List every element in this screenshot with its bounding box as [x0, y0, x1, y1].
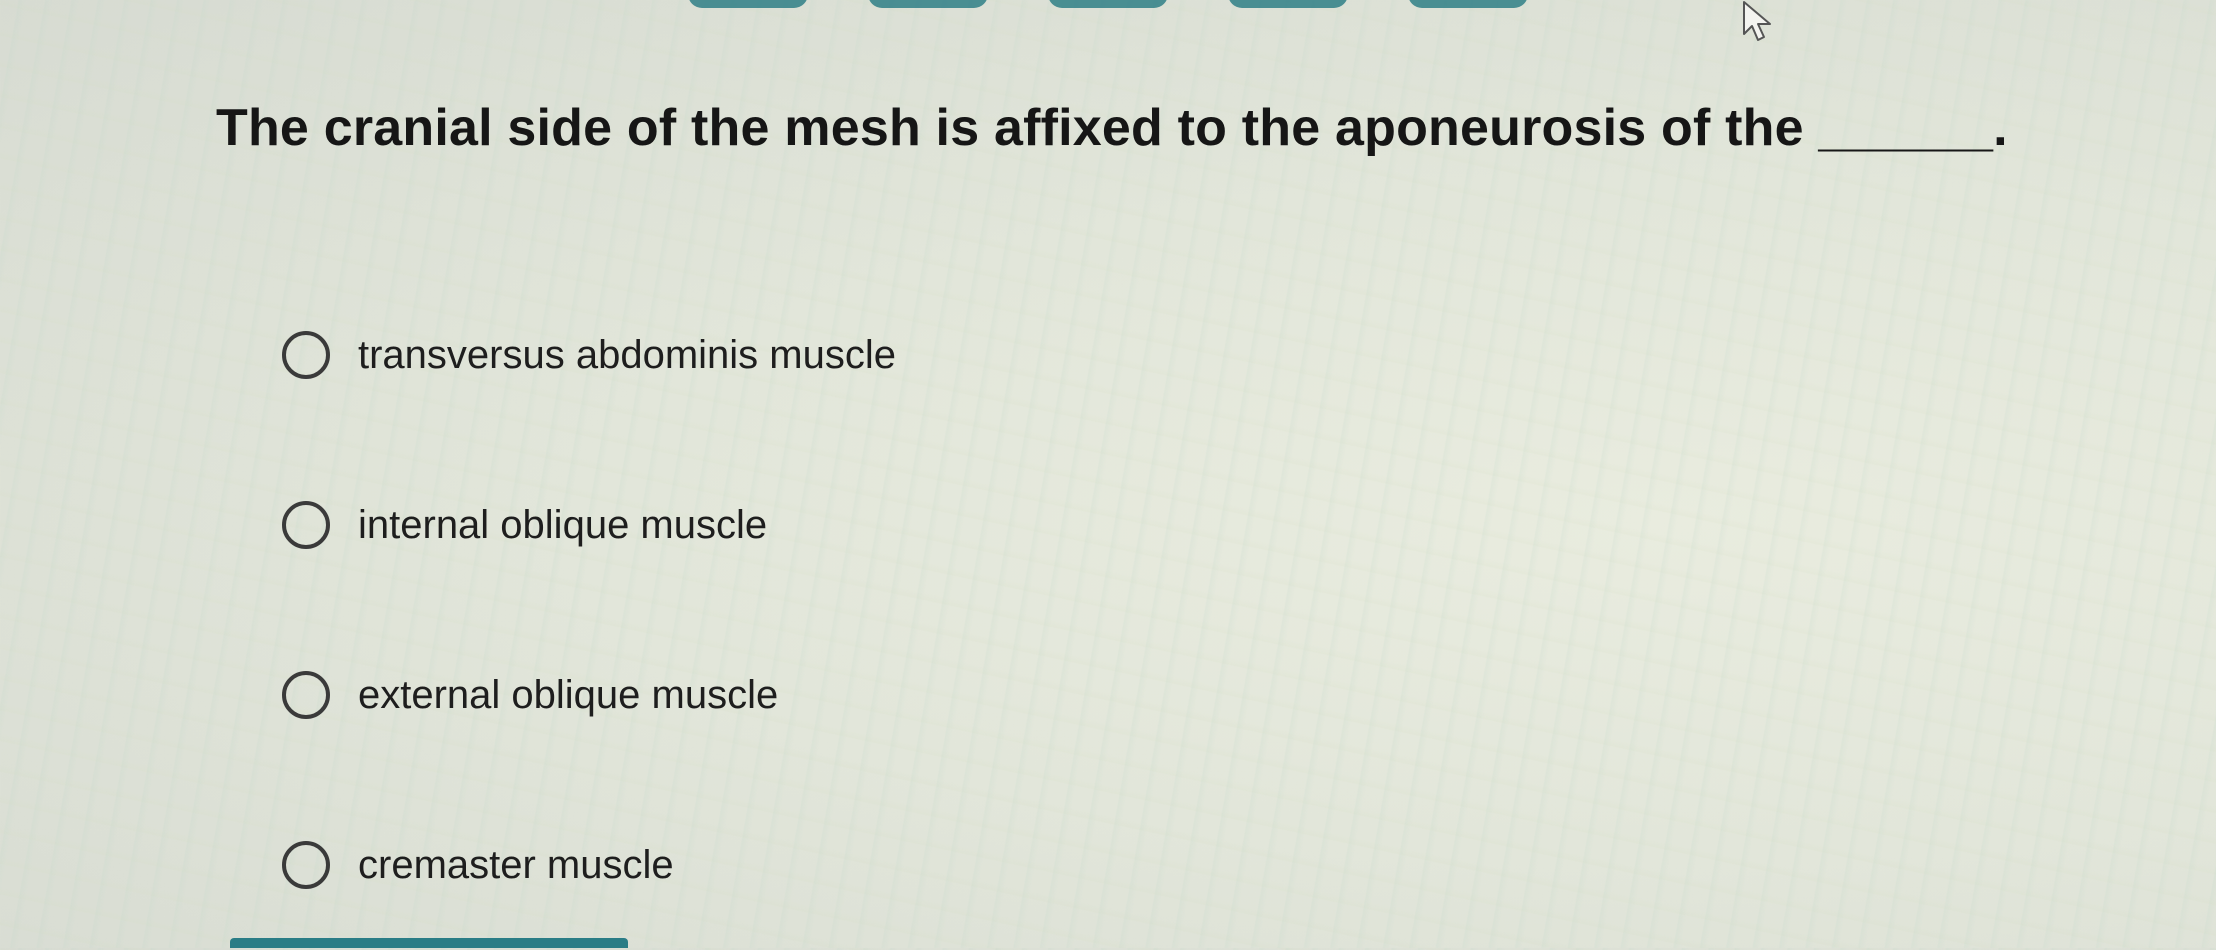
top-decor-dot: [1048, 0, 1168, 8]
answer-option-label[interactable]: cremaster muscle: [358, 843, 674, 888]
top-decor-dot: [1408, 0, 1528, 8]
top-decor-dot: [868, 0, 988, 8]
answer-option-label[interactable]: internal oblique muscle: [358, 503, 767, 548]
top-decor-dot: [688, 0, 808, 8]
answer-option[interactable]: external oblique muscle: [282, 610, 896, 780]
answer-option-label[interactable]: transversus abdominis muscle: [358, 333, 896, 378]
mouse-pointer-icon: [1743, 1, 1771, 41]
radio-unchecked-icon[interactable]: [282, 841, 330, 889]
submit-button[interactable]: [230, 938, 628, 948]
top-decor-dot: [1228, 0, 1348, 8]
answer-option[interactable]: transversus abdominis muscle: [282, 270, 896, 440]
radio-unchecked-icon[interactable]: [282, 331, 330, 379]
radio-unchecked-icon[interactable]: [282, 671, 330, 719]
answer-option[interactable]: cremaster muscle: [282, 780, 896, 950]
answer-option[interactable]: internal oblique muscle: [282, 440, 896, 610]
top-edge-decoration: [0, 0, 2216, 10]
answer-option-label[interactable]: external oblique muscle: [358, 673, 778, 718]
radio-unchecked-icon[interactable]: [282, 501, 330, 549]
answer-options: transversus abdominis muscle internal ob…: [282, 270, 896, 950]
question-text: The cranial side of the mesh is affixed …: [216, 99, 2008, 157]
